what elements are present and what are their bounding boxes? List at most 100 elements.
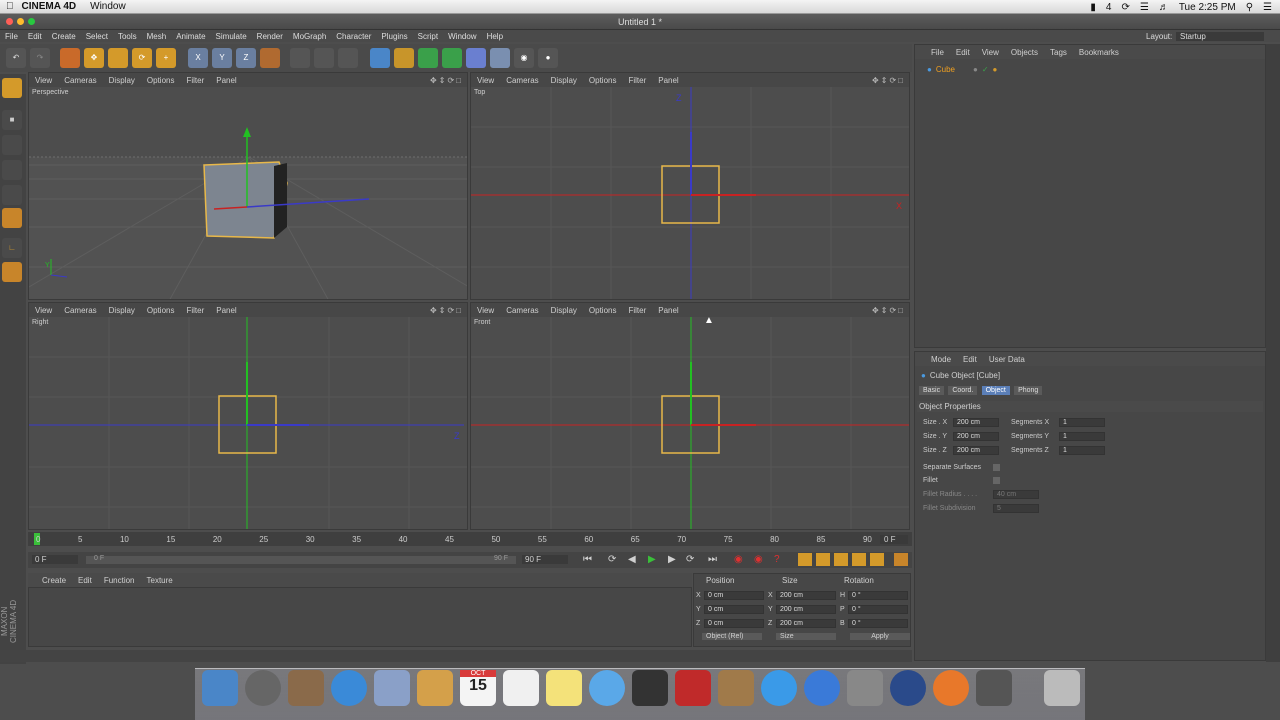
spline-icon[interactable] bbox=[394, 48, 414, 68]
rotation-b-field[interactable]: 0 ° bbox=[848, 619, 908, 628]
segments-z-field[interactable]: 1 bbox=[1059, 446, 1105, 455]
enable-check-icon[interactable]: ✓ bbox=[982, 65, 989, 74]
om-menu-objects[interactable]: Objects bbox=[1011, 48, 1038, 57]
viewport-menu-filter[interactable]: Filter bbox=[628, 306, 646, 315]
volume-icon[interactable]: ♬ bbox=[1159, 2, 1169, 13]
om-menu-tags[interactable]: Tags bbox=[1050, 48, 1067, 57]
menu-help[interactable]: Help bbox=[487, 32, 503, 41]
record-icon[interactable]: ◉ bbox=[734, 554, 743, 565]
tab-basic[interactable]: Basic bbox=[919, 386, 945, 395]
menu-plugins[interactable]: Plugins bbox=[381, 32, 407, 41]
position-z-field[interactable]: 0 cm bbox=[704, 619, 764, 628]
frame-range-slider[interactable]: 0 F 90 F bbox=[86, 555, 516, 564]
viewport-menu-display[interactable]: Display bbox=[551, 76, 577, 85]
add-icon[interactable]: + bbox=[156, 48, 176, 68]
tag-icon[interactable]: ● bbox=[993, 65, 998, 74]
wifi-icon[interactable]: ☰ bbox=[1140, 2, 1149, 13]
stickies-icon[interactable] bbox=[546, 670, 582, 706]
viewport-menu-view[interactable]: View bbox=[35, 76, 52, 85]
cinema4d-icon[interactable] bbox=[890, 670, 926, 706]
size-z-field[interactable]: 200 cm bbox=[953, 446, 999, 455]
viewport-front[interactable]: View Cameras Display Options Filter Pane… bbox=[470, 302, 910, 530]
viewport-menu-panel[interactable]: Panel bbox=[216, 306, 236, 315]
menu-file[interactable]: File bbox=[5, 32, 18, 41]
cube-primitive-icon[interactable] bbox=[370, 48, 390, 68]
viewport-menu-cameras[interactable]: Cameras bbox=[64, 306, 96, 315]
messages-icon[interactable] bbox=[589, 670, 625, 706]
live-selection-icon[interactable] bbox=[60, 48, 80, 68]
polygons-mode-icon[interactable] bbox=[2, 208, 22, 228]
move-icon[interactable]: ✥ bbox=[84, 48, 104, 68]
viewport-navigation-icons[interactable]: ✥⇕⟳□ bbox=[430, 76, 463, 85]
menu-render[interactable]: Render bbox=[257, 32, 283, 41]
x-axis-lock-icon[interactable]: X bbox=[188, 48, 208, 68]
array-icon[interactable] bbox=[442, 48, 462, 68]
next-frame-icon[interactable]: ▶ bbox=[668, 554, 676, 565]
om-menu-bookmarks[interactable]: Bookmarks bbox=[1079, 48, 1119, 57]
am-menu-mode[interactable]: Mode bbox=[931, 355, 951, 364]
apple-icon[interactable]:  bbox=[6, 1, 14, 12]
minimize-window-button[interactable] bbox=[17, 18, 24, 25]
viewport-menu-display[interactable]: Display bbox=[109, 306, 135, 315]
am-menu-user-data[interactable]: User Data bbox=[989, 355, 1025, 364]
prev-frame-icon[interactable]: ◀ bbox=[628, 554, 636, 565]
next-key-icon[interactable]: ⟳ bbox=[686, 554, 694, 565]
trash-icon[interactable] bbox=[1044, 670, 1080, 706]
menu-window[interactable]: Window bbox=[448, 32, 476, 41]
pla-key-icon[interactable] bbox=[870, 553, 884, 566]
current-frame-field[interactable]: 0 F bbox=[880, 535, 908, 544]
keyframe-selection-icon[interactable]: ? bbox=[774, 554, 780, 565]
app-name-menu[interactable]: CINEMA 4D bbox=[22, 1, 77, 12]
axis-mode-icon[interactable]: ∟ bbox=[2, 238, 22, 258]
mat-menu-texture[interactable]: Texture bbox=[147, 576, 173, 585]
viewport-navigation-icons[interactable]: ✥⇕⟳□ bbox=[872, 306, 905, 315]
menu-animate[interactable]: Animate bbox=[176, 32, 205, 41]
viewport-menu-panel[interactable]: Panel bbox=[216, 76, 236, 85]
om-menu-view[interactable]: View bbox=[982, 48, 999, 57]
render-picture-viewer-icon[interactable] bbox=[314, 48, 334, 68]
scale-key-icon[interactable] bbox=[816, 553, 830, 566]
clock[interactable]: Tue 2:25 PM bbox=[1179, 2, 1236, 13]
iphoto-icon[interactable] bbox=[718, 670, 754, 706]
viewport-menu-filter[interactable]: Filter bbox=[186, 76, 204, 85]
rotate-key-icon[interactable] bbox=[834, 553, 848, 566]
contacts-icon[interactable] bbox=[417, 670, 453, 706]
spotlight-icon[interactable]: ⚲ bbox=[1246, 2, 1253, 13]
viewport-menu-options[interactable]: Options bbox=[147, 306, 175, 315]
camera-icon[interactable]: ◉ bbox=[514, 48, 534, 68]
viewport-menu-options[interactable]: Options bbox=[147, 76, 175, 85]
deformer-icon[interactable] bbox=[466, 48, 486, 68]
rotation-h-field[interactable]: 0 ° bbox=[848, 591, 908, 600]
object-name[interactable]: Cube bbox=[936, 65, 955, 74]
segments-y-field[interactable]: 1 bbox=[1059, 432, 1105, 441]
render-settings-icon[interactable] bbox=[338, 48, 358, 68]
size-z-field[interactable]: 200 cm bbox=[776, 619, 836, 628]
material-manager-area[interactable] bbox=[28, 587, 692, 647]
viewport-menu-view[interactable]: View bbox=[477, 306, 494, 315]
model-mode-icon[interactable]: ■ bbox=[2, 110, 22, 130]
tab-coord[interactable]: Coord. bbox=[948, 386, 978, 395]
finder-icon[interactable] bbox=[202, 670, 238, 706]
autokey-icon[interactable]: ◉ bbox=[754, 554, 763, 565]
notification-count[interactable]: 4 bbox=[1106, 2, 1112, 13]
layout-select[interactable]: Startup bbox=[1176, 31, 1264, 41]
viewport-menu-options[interactable]: Options bbox=[589, 306, 617, 315]
mat-menu-create[interactable]: Create bbox=[42, 576, 66, 585]
nurbs-icon[interactable] bbox=[418, 48, 438, 68]
rotation-p-field[interactable]: 0 ° bbox=[848, 605, 908, 614]
right-panel-tabs[interactable] bbox=[1266, 44, 1280, 662]
texture-mode-icon[interactable] bbox=[2, 135, 22, 155]
snap-icon[interactable] bbox=[2, 262, 22, 282]
viewport-menu-filter[interactable]: Filter bbox=[628, 76, 646, 85]
reminders-icon[interactable] bbox=[503, 670, 539, 706]
separate-surfaces-checkbox[interactable] bbox=[993, 464, 1000, 471]
viewport-menu-filter[interactable]: Filter bbox=[186, 306, 204, 315]
viewport-menu-cameras[interactable]: Cameras bbox=[64, 76, 96, 85]
viewport-top[interactable]: View Cameras Display Options Filter Pane… bbox=[470, 72, 910, 300]
viewport-navigation-icons[interactable]: ✥⇕⟳□ bbox=[430, 306, 463, 315]
menu-character[interactable]: Character bbox=[336, 32, 371, 41]
menu-select[interactable]: Select bbox=[86, 32, 108, 41]
visibility-toggle[interactable]: ● bbox=[973, 65, 978, 74]
viewport-perspective[interactable]: View Cameras Display Options Filter Pane… bbox=[28, 72, 468, 300]
timemachine-icon[interactable]: ⟳ bbox=[1121, 2, 1129, 13]
